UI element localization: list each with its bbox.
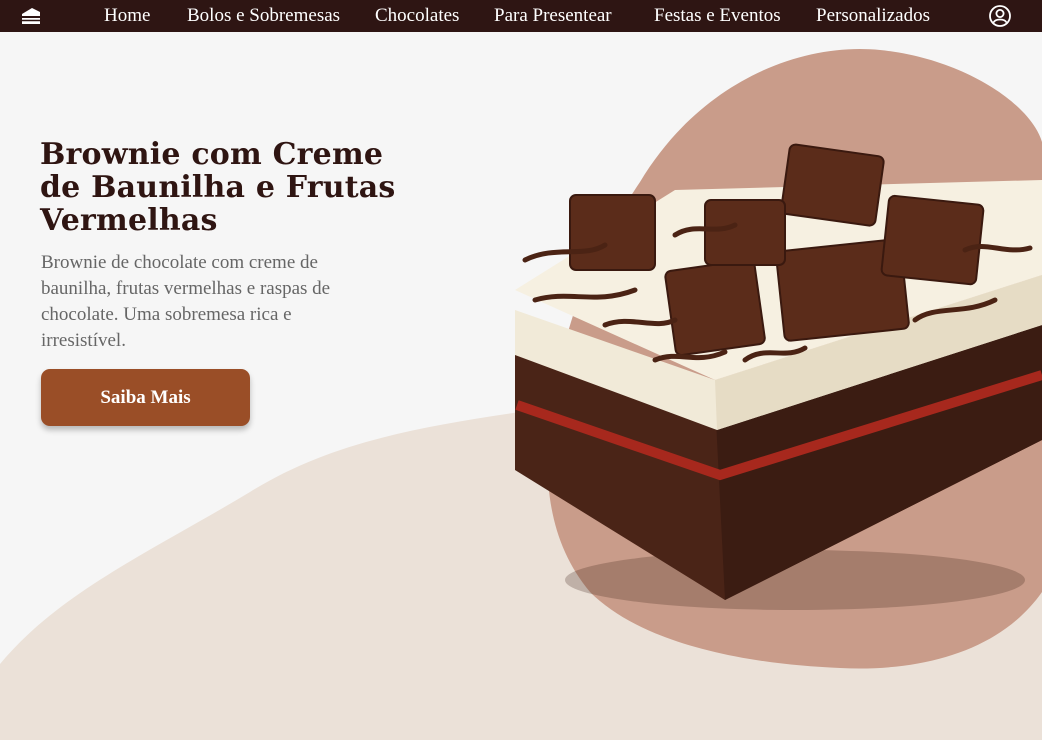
nav-item-para-presentear[interactable]: Para Presentear	[494, 5, 612, 27]
nav-item-home[interactable]: Home	[104, 5, 150, 27]
nav-item-festas-e-eventos[interactable]: Festas e Eventos	[654, 5, 781, 27]
nav-item-bolos-e-sobremesas[interactable]: Bolos e Sobremesas	[187, 5, 340, 27]
top-navigation-bar: Home Bolos e Sobremesas Chocolates Para …	[0, 0, 1042, 32]
hero-description: Brownie de chocolate com creme de baunil…	[41, 252, 331, 351]
hero-title: Brownie com Creme de Baunilha e Frutas V…	[40, 137, 396, 238]
nav-item-chocolates[interactable]: Chocolates	[375, 5, 459, 27]
brownie-cake-image	[515, 143, 1042, 610]
nav-item-personalizados[interactable]: Personalizados	[816, 5, 930, 27]
user-account-icon[interactable]	[988, 4, 1012, 28]
main-menu: Home Bolos e Sobremesas Chocolates Para …	[0, 0, 1042, 32]
saiba-mais-button[interactable]: Saiba Mais	[41, 369, 250, 426]
